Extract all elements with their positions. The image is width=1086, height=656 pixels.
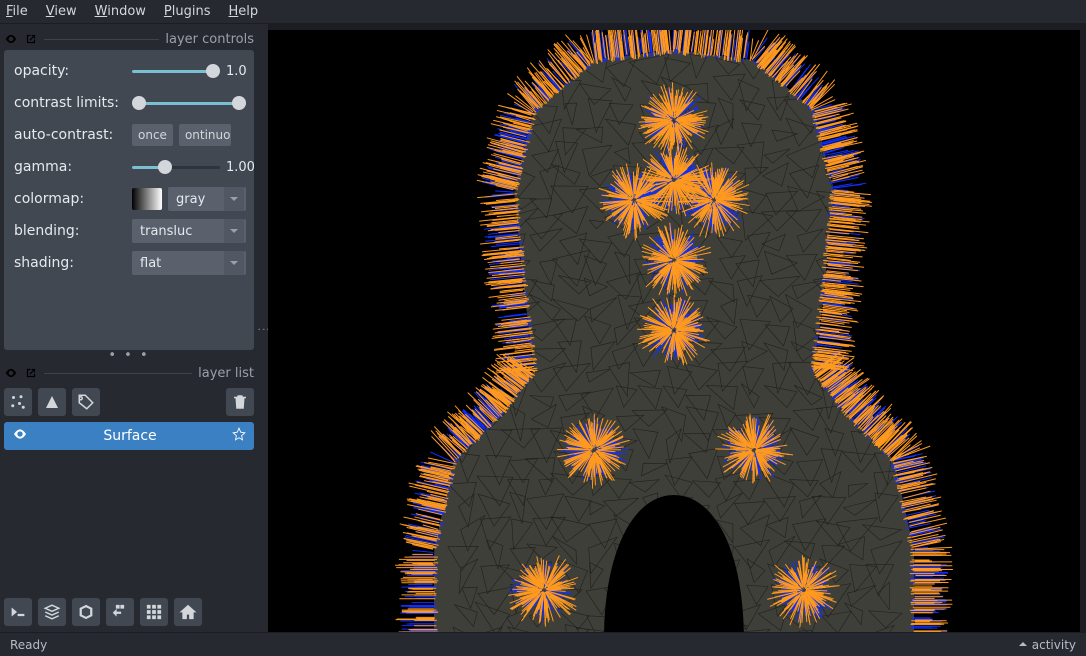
chevron-down-icon (224, 187, 244, 211)
chevron-down-icon (224, 251, 244, 275)
shading-dropdown[interactable]: flat (132, 251, 246, 275)
colormap-swatch (132, 188, 162, 210)
colormap-dropdown[interactable]: gray (168, 187, 246, 211)
autocontrast-continuous-button[interactable]: ontinuou (179, 124, 231, 146)
ndisplay-button[interactable] (38, 598, 66, 626)
menu-bar: File View Window Plugins Help (0, 0, 1086, 24)
layer-visibility-icon[interactable] (12, 426, 28, 446)
transpose-button[interactable] (106, 598, 134, 626)
menu-file[interactable]: File (6, 4, 28, 19)
eye-open-icon[interactable] (4, 366, 18, 380)
menu-help[interactable]: Help (229, 4, 259, 19)
new-labels-button[interactable] (72, 388, 100, 416)
opacity-slider[interactable] (132, 63, 220, 79)
gamma-slider[interactable] (132, 159, 220, 175)
roll-dims-button[interactable] (72, 598, 100, 626)
caret-up-icon (1018, 638, 1032, 652)
grid-button[interactable] (140, 598, 168, 626)
menu-view[interactable]: View (46, 4, 77, 19)
splitter-handle[interactable]: ⋮ (258, 24, 268, 632)
contrast-slider[interactable] (132, 95, 246, 111)
layer-list-title: layer list (198, 366, 254, 381)
autocontrast-label: auto-contrast: (14, 127, 126, 143)
layer-controls-header: layer controls (4, 28, 254, 50)
star-icon[interactable] (232, 427, 246, 445)
activity-button[interactable]: activity (1032, 638, 1076, 652)
sidebar: layer controls opacity: 1.0 contrast lim… (0, 24, 258, 632)
layer-controls-panel: opacity: 1.0 contrast limits: (4, 50, 254, 350)
blending-dropdown[interactable]: transluc (132, 219, 246, 243)
viewer-canvas[interactable] (268, 30, 1080, 632)
colormap-label: colormap: (14, 191, 126, 207)
autocontrast-once-button[interactable]: once (132, 124, 173, 146)
eye-open-icon[interactable] (4, 32, 18, 46)
status-bar: Ready activity (0, 632, 1086, 656)
new-points-button[interactable] (4, 388, 32, 416)
layer-controls-title: layer controls (165, 32, 254, 47)
popout-icon[interactable] (24, 366, 38, 380)
status-text: Ready (10, 638, 47, 652)
new-shapes-button[interactable] (38, 388, 66, 416)
layer-item-surface[interactable]: Surface (4, 422, 254, 450)
console-button[interactable] (4, 598, 32, 626)
shading-label: shading: (14, 255, 126, 271)
opacity-value: 1.0 (226, 64, 246, 79)
delete-layer-button[interactable] (226, 388, 254, 416)
gamma-label: gamma: (14, 159, 126, 175)
layer-list: Surface (4, 422, 254, 456)
viewer-buttons (4, 592, 254, 632)
layer-list-toolbar (4, 384, 254, 422)
opacity-label: opacity: (14, 63, 126, 79)
surface-rendering (394, 30, 954, 632)
contrast-label: contrast limits: (14, 95, 126, 111)
layer-name: Surface (36, 428, 224, 444)
chevron-down-icon (224, 219, 244, 243)
menu-plugins[interactable]: Plugins (164, 4, 211, 19)
popout-icon[interactable] (24, 32, 38, 46)
layer-list-header: layer list (4, 362, 254, 384)
blending-label: blending: (14, 223, 126, 239)
panel-drag-handle[interactable]: • • • (4, 348, 254, 362)
menu-window[interactable]: Window (95, 4, 146, 19)
gamma-value: 1.00 (226, 160, 246, 175)
home-button[interactable] (174, 598, 202, 626)
